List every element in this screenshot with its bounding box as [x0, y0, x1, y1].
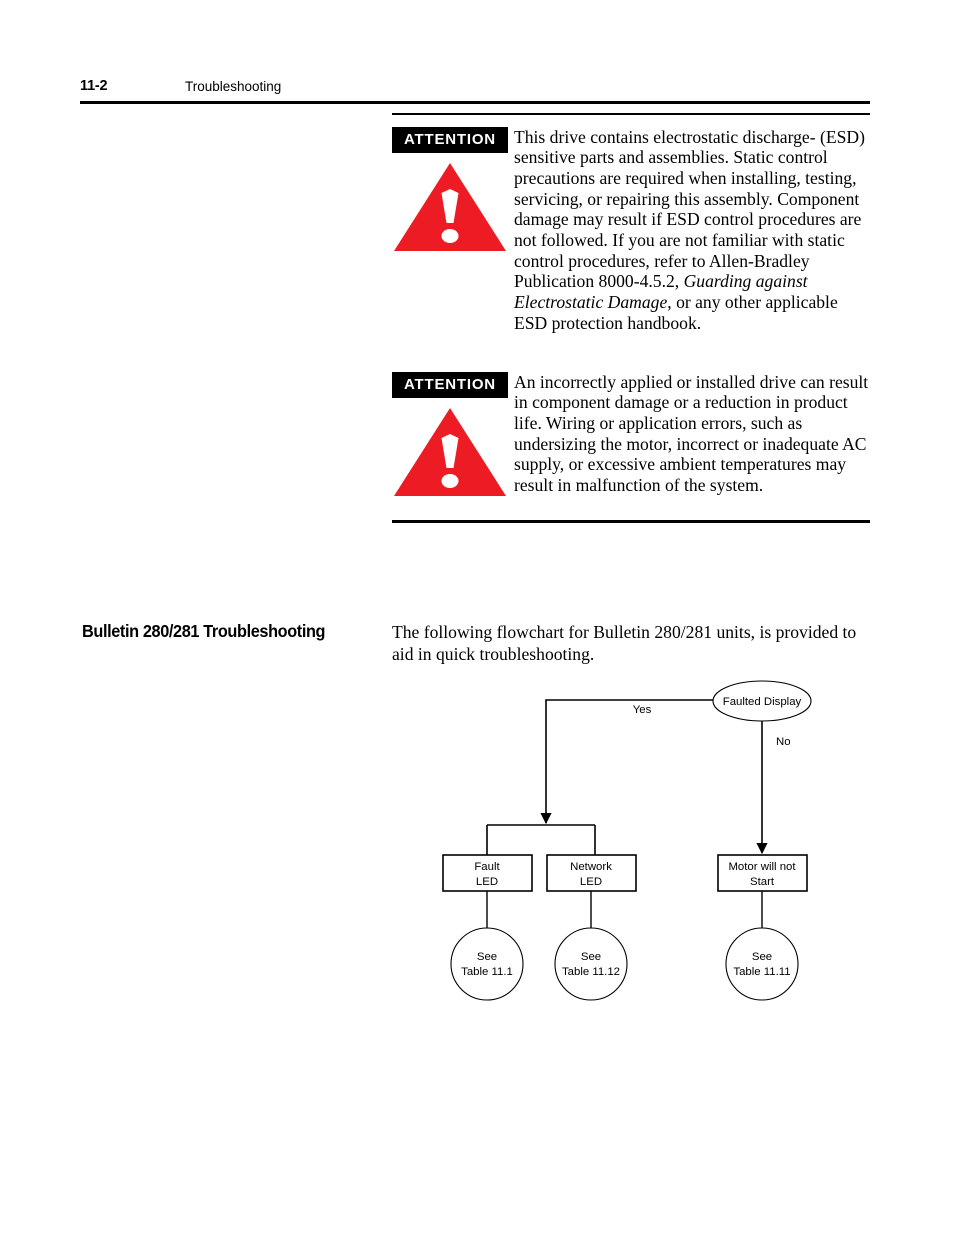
flow-node-table-1112-line1: See	[581, 951, 601, 963]
flow-node-see-table-11-1	[450, 927, 524, 1001]
running-header: 11-2 Troubleshooting	[80, 78, 870, 102]
header-rule	[80, 101, 870, 104]
flow-node-table-1111-line1: See	[752, 951, 772, 963]
attention-notice-esd: ATTENTION This drive contains electrosta…	[392, 115, 870, 334]
attention-banner-label: ATTENTION	[392, 126, 508, 153]
flow-node-motor-line2: Start	[750, 876, 775, 888]
flow-node-table-111-line1: See	[477, 951, 497, 963]
flow-node-table-1111-line2: Table 11.11	[733, 966, 790, 978]
attention-text-lead: An incorrectly applied or installed driv…	[514, 371, 869, 496]
attention-section: ATTENTION This drive contains electrosta…	[392, 113, 870, 523]
flow-node-see-table-11-11	[725, 927, 799, 1001]
attention-marker: ATTENTION	[392, 115, 514, 255]
section-heading: Bulletin 280/281 Troubleshooting	[82, 621, 326, 641]
warning-triangle-icon	[394, 407, 506, 496]
attention-text-install: An incorrectly applied or installed driv…	[514, 360, 870, 496]
flow-node-table-111-line2: Table 11.1	[461, 966, 513, 978]
flow-node-faulted-display-label: Faulted Display	[723, 696, 802, 708]
attention-text-esd: This drive contains electrostatic discha…	[514, 115, 870, 334]
troubleshooting-flowchart: Yes No Faulted Display Fault LED Network…	[380, 665, 880, 1025]
attention-spacer	[392, 334, 870, 360]
edge-label-no: No	[776, 736, 791, 748]
warning-triangle-icon	[394, 162, 506, 251]
flow-node-network-led-line2: LED	[580, 876, 602, 888]
document-page: 11-2 Troubleshooting ATTENTION This driv…	[0, 0, 954, 1235]
attention-notice-install: ATTENTION An incorrectly applied or inst…	[392, 360, 870, 500]
flow-node-fault-led-line1: Fault	[474, 861, 500, 873]
section-intro-paragraph: The following flowchart for Bulletin 280…	[392, 622, 857, 664]
attention-spacer-bottom	[392, 500, 870, 520]
edge-label-yes: Yes	[633, 704, 652, 716]
attention-text-lead: This drive contains electrostatic discha…	[514, 126, 865, 292]
flow-node-network-led-line1: Network	[570, 861, 612, 873]
attention-marker: ATTENTION	[392, 360, 514, 500]
flow-node-fault-led-line2: LED	[476, 876, 498, 888]
flow-node-see-table-11-12	[554, 927, 628, 1001]
page-number: 11-2	[80, 78, 108, 94]
flow-node-table-1112-line2: Table 11.12	[562, 966, 620, 978]
header-chapter-title: Troubleshooting	[185, 79, 282, 94]
edge-yes-path	[540, 699, 713, 825]
attention-bottom-rule	[392, 519, 870, 523]
attention-banner-label: ATTENTION	[392, 371, 508, 398]
flow-node-motor-line1: Motor will not	[728, 861, 796, 873]
edge-split-bar	[486, 824, 596, 855]
